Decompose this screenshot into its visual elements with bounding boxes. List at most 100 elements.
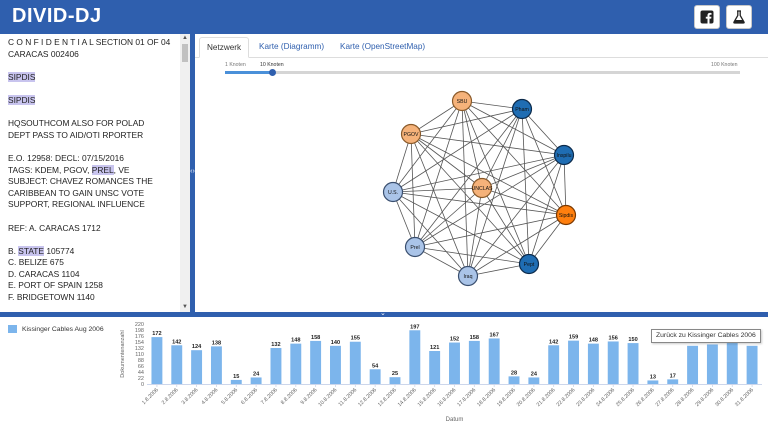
line-text: , VE [113,164,130,175]
line-text: TAGS: KDEM, PGOV, [8,164,92,175]
network-node[interactable]: U.S. [382,181,404,203]
network-node[interactable]: Prel [404,236,426,258]
document-line: HQSOUTHCOM ALSO FOR POLAD [8,118,180,130]
tab-karte-openstreetmap[interactable]: Karte (OpenStreetMap) [333,37,432,58]
slider-track[interactable] [225,71,740,74]
scroll-thumb[interactable] [182,44,188,62]
x-tick-label: 3.8.2006 [181,387,200,406]
data-label: 156 [609,335,618,341]
chart-bar[interactable] [151,337,163,384]
chart-bar[interactable] [687,345,699,384]
chart-bar[interactable] [488,338,500,384]
network-node[interactable]: SBU [451,90,473,112]
network-node[interactable]: Pept [518,253,540,275]
chart-bar[interactable] [548,345,560,384]
chart-bar[interactable] [627,343,639,384]
network-edge [410,133,416,248]
network-node[interactable]: PGOV [400,123,422,145]
network-edge [467,214,567,277]
highlighted-term[interactable]: PREL [91,164,114,175]
x-tick-label: 6.8.2006 [240,387,259,406]
line-text: HQSOUTHCOM ALSO FOR POLAD [8,118,145,129]
node-label: U.S. [388,190,398,196]
back-to-cables-button[interactable]: Zurück zu Kissinger Cables 2006 [651,329,761,343]
chart-bar[interactable] [726,343,738,384]
x-tick-label: 31.8.2006 [734,387,755,408]
data-label: 197 [410,324,419,330]
chart-bar[interactable] [468,340,480,384]
chart-bar[interactable] [647,380,659,384]
x-tick-label: 2.8.2006 [161,387,180,406]
network-graph[interactable]: SBU Pham PGOV Inspilu U.S. UNCLAS Sipdis Prel Pe… [375,88,595,293]
network-edge [414,187,483,248]
chart-bar[interactable] [191,350,203,384]
data-label: 132 [271,342,280,348]
line-text: C O N F I D E N T I A L SECTION 01 OF 04 [8,37,171,47]
chart-bar[interactable] [429,351,441,384]
chart-bar[interactable] [528,377,540,384]
network-node[interactable]: Inspilu [553,144,575,166]
tab-netzwerk[interactable]: Netzwerk [199,37,250,58]
data-label: 140 [331,340,340,346]
node-label: Sipdis [559,213,574,219]
document-panel: C O N F I D E N T I A L SECTION 01 OF 04… [0,34,190,312]
data-label: 17 [670,373,676,379]
chart-bar[interactable] [607,341,619,384]
chart-bar[interactable] [290,343,302,384]
data-label: 28 [511,370,517,376]
x-tick-label: 16.8.2006 [436,387,457,408]
chart-bar[interactable] [409,330,421,384]
line-text: D. CARACAS 1104 [8,268,80,279]
facebook-button[interactable] [694,5,720,29]
highlighted-term[interactable]: STATE [18,245,44,256]
chart-bar[interactable] [310,340,322,384]
chart-bar[interactable] [349,341,361,384]
highlighted-term[interactable]: SIPDIS [8,94,36,105]
x-tick-label: 8.8.2006 [280,387,299,406]
document-scrollbar[interactable]: ▲ ▼ [180,34,190,312]
x-tick-label: 11.8.2006 [338,387,359,408]
node-label: Inspilu [557,153,572,159]
network-node[interactable]: Iraq [457,265,479,287]
highlighted-term[interactable]: SIPDIS [8,71,36,82]
scroll-up-icon[interactable]: ▲ [180,34,190,43]
chart-bar[interactable] [250,377,262,384]
data-label: 158 [311,335,320,341]
line-text: SUPPORT, REGIONAL INFLUENCE [8,199,145,210]
chart-bar[interactable] [706,344,718,384]
chart-bar[interactable] [746,345,758,384]
chart-bar[interactable] [568,340,579,384]
network-node[interactable]: UNCLAS [471,177,493,199]
network-node[interactable]: Sipdis [555,204,577,226]
node-count-slider[interactable]: 1 Knoten 10 Knoten 100 Knoten [225,62,740,82]
line-text: E. PORT OF SPAIN 1258 [8,280,103,291]
tab-karte-diagramm[interactable]: Karte (Diagramm) [252,37,331,58]
scroll-down-icon[interactable]: ▼ [180,303,190,312]
slider-knob[interactable] [268,69,276,76]
x-tick-label: 22.8.2006 [556,387,577,408]
data-label: 142 [549,339,558,345]
data-label: 142 [172,339,181,345]
chart-bar[interactable] [667,379,679,384]
chart-bar[interactable] [369,369,381,384]
x-tick-label: 14.8.2006 [397,387,418,408]
chart-bar[interactable] [449,342,460,384]
y-tick-label: 88 [138,358,144,364]
chart-bar[interactable] [171,345,183,384]
x-tick-label: 29.8.2006 [694,387,715,408]
network-node[interactable]: Pham [511,98,533,120]
chart-bar[interactable] [389,377,401,384]
chart-bar[interactable] [330,345,341,384]
lab-button[interactable] [726,5,752,29]
chart-bar[interactable] [230,379,242,384]
chart-legend[interactable]: Kissinger Cables Aug 2006 [8,324,104,334]
y-axis-label: Dokumentenanzahl [120,330,126,377]
chart-bar[interactable] [508,376,520,384]
chart-bar[interactable] [587,343,599,384]
x-tick-label: 1.8.2006 [141,387,160,406]
chart-bar[interactable] [270,348,282,384]
chart-bar[interactable] [210,346,222,384]
data-label: 24 [531,371,538,377]
network-edge [481,154,565,189]
